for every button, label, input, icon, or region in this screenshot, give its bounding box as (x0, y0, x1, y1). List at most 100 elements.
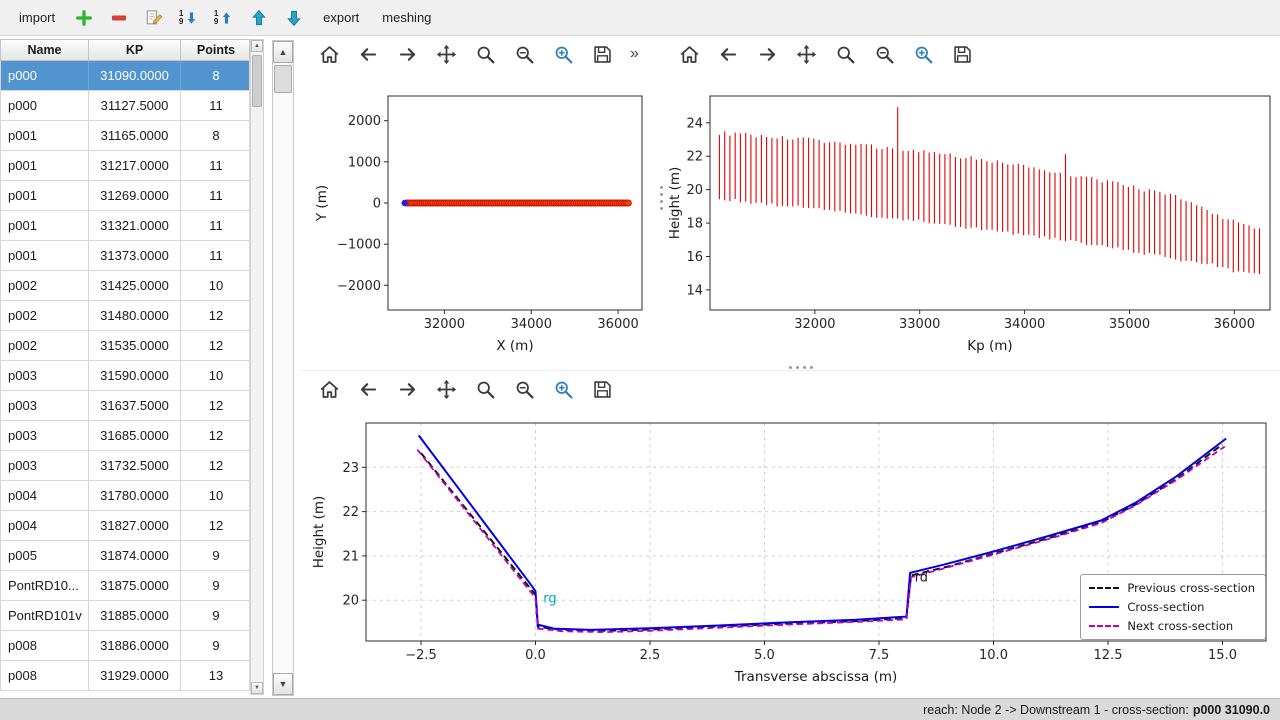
zoom-rect-button[interactable] (548, 39, 578, 69)
table-row[interactable]: p00431780.000010 (0, 481, 250, 511)
cross-section-plot[interactable]: rgrd−2.50.02.55.07.510.012.515.020212223… (300, 407, 1280, 699)
status-text: reach: Node 2 -> Downstream 1 - cross-se… (923, 703, 1189, 717)
table-row[interactable]: p00231535.000012 (0, 331, 250, 361)
back-button[interactable] (353, 39, 383, 69)
scroll-down-icon[interactable]: ▼ (251, 682, 263, 694)
column-header-name[interactable]: Name (1, 40, 89, 60)
table-row[interactable]: p00131269.000011 (0, 181, 250, 211)
panel-scroll-up-icon[interactable]: ▲ (273, 41, 293, 63)
zoom-out-button[interactable] (869, 39, 899, 69)
zoom-out-button[interactable] (509, 374, 539, 404)
sort-numeric-down-button[interactable]: 1 9 (174, 4, 204, 32)
table-row[interactable]: PontRD10...31875.00009 (0, 571, 250, 601)
zoom-button[interactable] (470, 39, 500, 69)
splitter-handle[interactable] (660, 186, 663, 210)
cell-name: p001 (1, 121, 89, 150)
table-row[interactable]: p00231425.000010 (0, 271, 250, 301)
save-button[interactable] (947, 39, 977, 69)
add-cross-section-button[interactable] (69, 4, 99, 32)
cross-section-table-body: p00031090.00008p00031127.500011p00131165… (0, 61, 250, 691)
zoom-rect-icon (913, 44, 934, 65)
panel-scroll-down-icon[interactable]: ▼ (273, 673, 293, 695)
save-button[interactable] (587, 374, 617, 404)
table-row[interactable]: p00331732.500012 (0, 451, 250, 481)
add-icon (74, 8, 94, 28)
svg-text:5.0: 5.0 (754, 648, 775, 663)
cell-points: 10 (181, 361, 251, 390)
back-button[interactable] (713, 39, 743, 69)
cell-kp: 31827.0000 (89, 511, 181, 540)
table-row[interactable]: p00331590.000010 (0, 361, 250, 391)
cell-kp: 31127.5000 (89, 91, 181, 120)
table-row[interactable]: p00831886.00009 (0, 631, 250, 661)
table-row[interactable]: p00231480.000012 (0, 301, 250, 331)
toolbar-overflow-chevron[interactable]: » (630, 45, 639, 63)
table-row[interactable]: p00031090.00008 (0, 61, 250, 91)
import-button[interactable]: import (10, 6, 64, 29)
sort-numeric-up-button[interactable]: 1 9 (209, 4, 239, 32)
cell-kp: 31590.0000 (89, 361, 181, 390)
svg-text:Height (m): Height (m) (311, 496, 327, 569)
cell-name: p008 (1, 661, 89, 690)
home-icon (319, 379, 340, 400)
table-row[interactable]: p00831929.000013 (0, 661, 250, 691)
pan-button[interactable] (431, 39, 461, 69)
table-row[interactable]: p00131373.000011 (0, 241, 250, 271)
table-row[interactable]: p00331637.500012 (0, 391, 250, 421)
zoom-rect-button[interactable] (908, 39, 938, 69)
app-toolbar: import 1 9 1 9 export meshing (0, 0, 1280, 36)
table-row[interactable]: p00531874.00009 (0, 541, 250, 571)
save-button[interactable] (587, 39, 617, 69)
cell-name: p001 (1, 241, 89, 270)
table-row[interactable]: p00131165.00008 (0, 121, 250, 151)
pan-icon (436, 379, 457, 400)
pan-button[interactable] (431, 374, 461, 404)
pan-button[interactable] (791, 39, 821, 69)
move-up-icon (249, 8, 269, 28)
export-button[interactable]: export (314, 6, 368, 29)
svg-text:34000: 34000 (511, 317, 552, 332)
longitudinal-profile-panel: 3200033000340003500036000141618202224Kp … (660, 36, 1280, 370)
scroll-up-icon[interactable]: ▲ (251, 40, 263, 52)
table-row[interactable]: p00131321.000011 (0, 211, 250, 241)
column-header-points[interactable]: Points (181, 40, 251, 60)
panel-scrollbar-thumb[interactable] (274, 65, 292, 93)
home-button[interactable] (314, 39, 344, 69)
move-down-button[interactable] (279, 4, 309, 32)
splitter-handle[interactable] (789, 366, 813, 369)
svg-text:0.0: 0.0 (525, 648, 546, 663)
cross-section-legend: Previous cross-sectionCross-sectionNext … (1080, 574, 1266, 640)
forward-button[interactable] (392, 39, 422, 69)
home-button[interactable] (314, 374, 344, 404)
legend-entry: Next cross-section (1089, 619, 1255, 633)
table-scrollbar-thumb[interactable] (252, 55, 262, 107)
column-header-kp[interactable]: KP (89, 40, 181, 60)
cell-name: p001 (1, 211, 89, 240)
svg-text:35000: 35000 (1109, 317, 1150, 332)
zoom-rect-button[interactable] (548, 374, 578, 404)
longitudinal-profile-plot[interactable]: 3200033000340003500036000141618202224Kp … (660, 72, 1278, 370)
meshing-button[interactable]: meshing (373, 6, 440, 29)
cross-section-list-panel: Name KP Points p00031090.00008p00031127.… (0, 36, 300, 698)
zoom-button[interactable] (830, 39, 860, 69)
back-button[interactable] (353, 374, 383, 404)
table-scrollbar[interactable]: ▲ ▼ (250, 39, 264, 695)
table-row[interactable]: p00431827.000012 (0, 511, 250, 541)
table-row[interactable]: p00331685.000012 (0, 421, 250, 451)
plan-view-plot[interactable]: 320003400036000−2000−1000010002000X (m)Y… (300, 72, 658, 370)
table-row[interactable]: p00031127.500011 (0, 91, 250, 121)
svg-text:1000: 1000 (348, 155, 381, 170)
table-row[interactable]: p00131217.000011 (0, 151, 250, 181)
forward-button[interactable] (392, 374, 422, 404)
move-up-button[interactable] (244, 4, 274, 32)
panel-scrollbar[interactable]: ▲ ▼ (272, 40, 294, 696)
zoom-button[interactable] (470, 374, 500, 404)
edit-cross-section-button[interactable] (139, 4, 169, 32)
cell-points: 9 (181, 571, 251, 600)
forward-button[interactable] (752, 39, 782, 69)
remove-cross-section-button[interactable] (104, 4, 134, 32)
legend-label: Cross-section (1127, 600, 1204, 614)
zoom-out-button[interactable] (509, 39, 539, 69)
table-row[interactable]: PontRD101v31885.00009 (0, 601, 250, 631)
home-button[interactable] (674, 39, 704, 69)
